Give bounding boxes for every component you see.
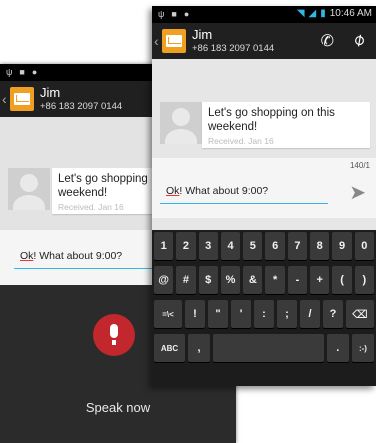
microphone-icon[interactable] [93, 314, 135, 356]
key-comma[interactable]: , [187, 334, 211, 362]
message-row: Let's go shopping on this weekend! Recei… [152, 102, 376, 152]
back-chevron-icon[interactable]: ‹ [2, 91, 7, 107]
key-6[interactable]: 6 [265, 232, 285, 260]
action-bar: ‹ Jim +86 183 2097 0144 ✆ ⌀ [152, 23, 376, 59]
abc-key[interactable]: ABC [154, 334, 185, 362]
message-text-line2: weekend! [208, 121, 258, 133]
paperclip-icon[interactable]: ⌀ [349, 29, 369, 51]
compose-text-prefix: Ok [166, 185, 180, 197]
compose-area[interactable]: 140/1 Ok! What about 9:00? ➤ [152, 158, 376, 218]
key-3[interactable]: 3 [198, 232, 218, 260]
voicemail-icon: ● [183, 9, 190, 19]
key-semicolon[interactable]: ; [277, 300, 297, 328]
notification-icons: ψ ■ ● [6, 67, 37, 77]
keyboard-row-punct: =\< ! " ' : ; / ? ⌫ [154, 300, 374, 328]
phone-call-icon[interactable]: ✆ [321, 31, 334, 51]
key-7[interactable]: 7 [287, 232, 308, 260]
key-period[interactable]: . [326, 334, 349, 362]
avatar [8, 168, 50, 210]
key-plus[interactable]: + [310, 266, 330, 294]
compose-input[interactable]: Ok! What about 9:00? [166, 185, 268, 197]
key-exclamation[interactable]: ! [185, 300, 205, 328]
key-double-quote[interactable]: " [208, 300, 228, 328]
avatar [160, 102, 202, 144]
envelope-icon[interactable] [162, 29, 186, 53]
battery-icon: ▮ [320, 8, 326, 19]
key-colon[interactable]: : [254, 300, 274, 328]
notification-icons: ψ ■ ● [158, 9, 189, 19]
backspace-icon[interactable]: ⌫ [346, 300, 374, 328]
message-text-line1: Let's go shopping on this [208, 107, 335, 119]
key-5[interactable]: 5 [243, 232, 263, 260]
contact-number: +86 183 2097 0144 [192, 43, 275, 54]
message-timestamp: Received. Jan 16 [208, 136, 274, 146]
key-hash[interactable]: # [176, 266, 196, 294]
key-percent[interactable]: % [220, 266, 241, 294]
compose-text-prefix: Ok [20, 250, 34, 262]
space-bar[interactable] [213, 334, 324, 362]
contact-name: Jim [192, 27, 213, 42]
contact-number: +86 183 2097 0144 [40, 101, 123, 112]
key-1[interactable]: 1 [154, 232, 174, 260]
status-indicators: ◥ ◢ ▮ 10:46 AM [297, 8, 372, 19]
status-bar: ψ ■ ● ◥ ◢ ▮ 10:46 AM [152, 6, 376, 23]
front-phone-screen: ψ ■ ● ◥ ◢ ▮ 10:46 AM ‹ Jim +86 183 2097 … [152, 6, 376, 386]
compose-underline [160, 203, 328, 204]
key-9[interactable]: 9 [332, 232, 352, 260]
usb-icon: ψ [6, 67, 13, 77]
key-0[interactable]: 0 [354, 232, 374, 260]
key-slash[interactable]: / [300, 300, 320, 328]
key-minus[interactable]: - [287, 266, 308, 294]
notification-icon: ■ [19, 67, 25, 77]
keyboard-row-numbers: 1 2 3 4 5 6 7 8 9 0 [154, 232, 374, 260]
compose-text-rest: ! What about 9:00? [179, 185, 269, 197]
key-asterisk[interactable]: * [265, 266, 285, 294]
usb-icon: ψ [158, 9, 165, 19]
compose-text-rest: ! What about 9:00? [33, 250, 123, 262]
key-right-paren[interactable]: ) [354, 266, 374, 294]
clock: 10:46 AM [329, 8, 372, 19]
more-symbols-key[interactable]: =\< [154, 300, 182, 328]
envelope-icon[interactable] [10, 87, 34, 111]
key-question[interactable]: ? [323, 300, 343, 328]
symbol-keyboard: 1 2 3 4 5 6 7 8 9 0 @ # $ % & * - + ( ) … [152, 230, 376, 386]
voicemail-icon: ● [31, 67, 38, 77]
character-counter: 140/1 [349, 161, 370, 170]
back-chevron-icon[interactable]: ‹ [154, 33, 159, 49]
contact-name: Jim [40, 85, 61, 100]
signal-icon: ◢ [308, 8, 317, 19]
key-4[interactable]: 4 [220, 232, 241, 260]
key-2[interactable]: 2 [176, 232, 196, 260]
keyboard-row-symbols: @ # $ % & * - + ( ) [154, 266, 374, 294]
notification-icon: ■ [171, 9, 177, 19]
smiley-key[interactable]: :-) [351, 334, 374, 362]
send-icon[interactable]: ➤ [349, 180, 366, 205]
compose-input[interactable]: Ok! What about 9:00? [20, 250, 122, 262]
message-bubble[interactable]: Let's go shopping on this weekend! Recei… [202, 102, 370, 148]
key-8[interactable]: 8 [310, 232, 330, 260]
key-at[interactable]: @ [154, 266, 174, 294]
key-dollar[interactable]: $ [198, 266, 218, 294]
wifi-icon: ◥ [296, 8, 305, 19]
speak-now-label: Speak now [85, 400, 151, 415]
key-ampersand[interactable]: & [243, 266, 263, 294]
key-single-quote[interactable]: ' [231, 300, 251, 328]
key-left-paren[interactable]: ( [332, 266, 352, 294]
keyboard-row-bottom: ABC , . :-) [154, 334, 374, 362]
